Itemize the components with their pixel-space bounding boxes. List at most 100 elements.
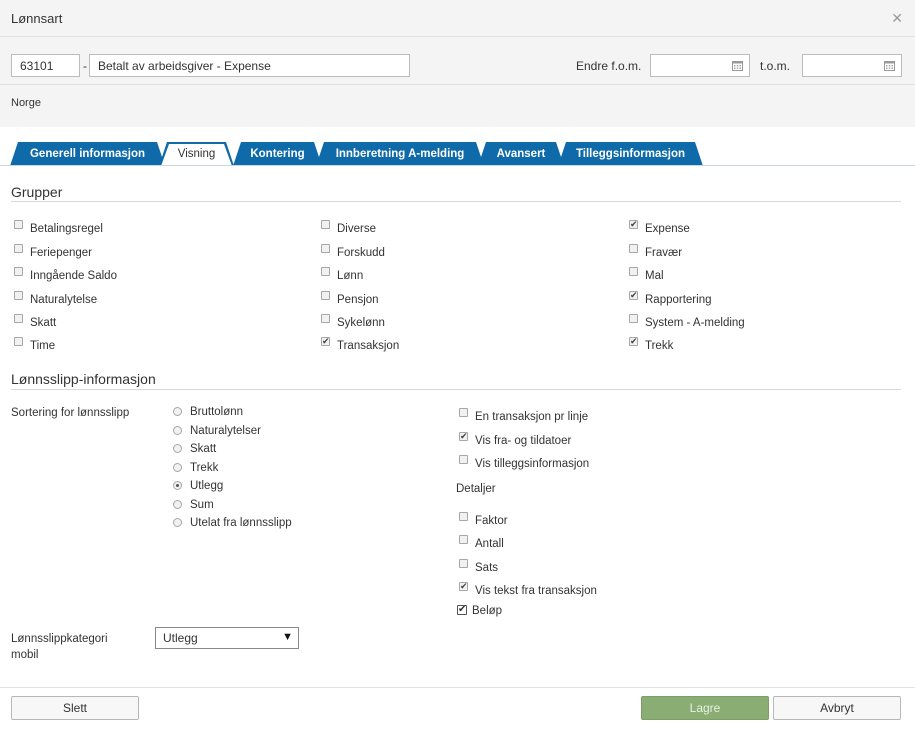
radio-sum[interactable] — [173, 500, 182, 509]
radio-label: Utelat fra lønnsslipp — [190, 517, 292, 529]
tom-input[interactable] — [802, 54, 902, 77]
save-button[interactable]: Lagre — [641, 696, 769, 720]
code-separator: - — [83, 59, 87, 73]
header-area — [0, 37, 915, 127]
checkbox-expense[interactable] — [629, 218, 638, 230]
header-divider — [0, 84, 915, 85]
tab-tilleggsinformasjon[interactable]: Tilleggsinformasjon — [558, 142, 703, 166]
endre-fom-input[interactable] — [650, 54, 750, 77]
code-input[interactable]: 63101 — [11, 54, 80, 77]
checkbox-label: Faktor — [475, 515, 508, 527]
name-input[interactable]: Betalt av arbeidsgiver - Expense — [89, 54, 410, 77]
delete-button[interactable]: Slett — [11, 696, 139, 720]
radio-label: Naturalytelser — [190, 425, 261, 437]
checkbox-label: Diverse — [337, 223, 376, 235]
tom-label: t.o.m. — [760, 59, 791, 73]
cancel-button[interactable]: Avbryt — [773, 696, 901, 720]
radio-label: Sum — [190, 499, 214, 511]
kategori-label-line1: Lønnsslippkategori — [11, 633, 108, 645]
checkbox-naturalytelse[interactable] — [14, 291, 23, 300]
tab-innberetning-a-melding[interactable]: Innberetning A-melding — [316, 142, 484, 166]
radio-naturalytelser[interactable] — [173, 426, 182, 435]
checkbox-feriepenger[interactable] — [14, 244, 23, 253]
lonnsslipp-divider — [11, 389, 901, 390]
lonnsslipp-heading: Lønnsslipp-informasjon — [11, 371, 156, 387]
tab-avansert[interactable]: Avansert — [478, 142, 564, 166]
detaljer-label: Detaljer — [456, 483, 496, 495]
checkbox-lonn[interactable] — [321, 267, 330, 276]
tab-underline — [0, 165, 915, 166]
radio-label: Utlegg — [190, 480, 224, 492]
checkbox-label: Betalingsregel — [30, 223, 103, 235]
checkbox-faktor[interactable] — [459, 512, 468, 521]
tab-bar: Generell informasjon Visning Kontering I… — [0, 142, 915, 166]
radio-utlegg[interactable] — [173, 481, 182, 490]
checkbox-label: Inngående Saldo — [30, 270, 117, 282]
radio-trekk[interactable] — [173, 463, 182, 472]
checkbox-forskudd[interactable] — [321, 244, 330, 253]
checkbox-label: Vis fra- og tildatoer — [475, 435, 572, 447]
checkbox-transaksjon[interactable] — [321, 335, 330, 347]
tab-visning[interactable]: Visning — [161, 144, 232, 166]
tab-generell-informasjon[interactable]: Generell informasjon — [10, 142, 165, 166]
calendar-icon[interactable] — [884, 60, 895, 71]
tab-kontering[interactable]: Kontering — [233, 142, 322, 166]
checkbox-label: Skatt — [30, 317, 57, 329]
checkbox-label: Lønn — [337, 270, 364, 282]
kategori-select[interactable]: Utlegg ▼ — [155, 627, 299, 649]
checkbox-belop[interactable] — [457, 604, 467, 616]
grupper-divider — [11, 201, 901, 202]
checkbox-label: En transaksjon pr linje — [475, 411, 589, 423]
checkbox-betalingsregel[interactable] — [14, 220, 23, 229]
dialog-title: Lønnsart — [11, 11, 63, 26]
checkbox-label: Transaksjon — [337, 340, 400, 352]
checkbox-label: Antall — [475, 538, 504, 550]
checkbox-vis-tilleggsinformasjon[interactable] — [459, 455, 468, 464]
checkbox-fravaer[interactable] — [629, 244, 638, 253]
checkbox-vis-fra-tildatoer[interactable] — [459, 430, 468, 442]
radio-utelat[interactable] — [173, 518, 182, 527]
caret-down-icon: ▼ — [282, 631, 293, 643]
close-icon[interactable]: ✕ — [891, 11, 903, 25]
endre-fom-label: Endre f.o.m. — [576, 59, 642, 73]
checkbox-label: Pensjon — [337, 294, 379, 306]
checkbox-label: Vis tekst fra transaksjon — [475, 585, 597, 597]
radio-label: Bruttolønn — [190, 406, 244, 418]
checkbox-label: Trekk — [645, 340, 674, 352]
radio-skatt[interactable] — [173, 444, 182, 453]
kategori-label-line2: mobil — [11, 649, 39, 661]
checkbox-label: Expense — [645, 223, 690, 235]
checkbox-sykelonn[interactable] — [321, 314, 330, 323]
checkbox-label: Rapportering — [645, 294, 712, 306]
checkbox-rapportering[interactable] — [629, 289, 638, 301]
checkbox-label: Time — [30, 340, 56, 352]
calendar-icon[interactable] — [732, 60, 743, 71]
checkbox-trekk[interactable] — [629, 335, 638, 347]
checkbox-label: Feriepenger — [30, 247, 93, 259]
checkbox-inngaende-saldo[interactable] — [14, 267, 23, 276]
checkbox-system-a-melding[interactable] — [629, 314, 638, 323]
checkbox-sats[interactable] — [459, 559, 468, 568]
checkbox-label: Vis tilleggsinformasjon — [475, 458, 590, 470]
lonnsart-dialog: Lønnsart ✕ 63101 - Betalt av arbeidsgive… — [0, 0, 915, 731]
checkbox-vis-tekst[interactable] — [459, 580, 468, 592]
checkbox-label: Sykelønn — [337, 317, 385, 329]
checkbox-label: Sats — [475, 562, 499, 574]
title-bar: Lønnsart ✕ — [0, 0, 915, 37]
checkbox-diverse[interactable] — [321, 220, 330, 229]
radio-label: Trekk — [190, 462, 219, 474]
radio-bruttolonn[interactable] — [173, 407, 182, 416]
checkbox-mal[interactable] — [629, 267, 638, 276]
checkbox-pensjon[interactable] — [321, 291, 330, 300]
kategori-select-value: Utlegg — [163, 631, 198, 645]
checkbox-label: Forskudd — [337, 247, 385, 259]
checkbox-label: Fravær — [645, 247, 683, 259]
checkbox-skatt[interactable] — [14, 314, 23, 323]
radio-label: Skatt — [190, 443, 217, 455]
checkbox-antall[interactable] — [459, 535, 468, 544]
checkbox-time[interactable] — [14, 337, 23, 346]
sort-label: Sortering for lønnsslipp — [11, 407, 130, 419]
country-label: Norge — [11, 97, 41, 109]
footer-divider — [0, 687, 915, 688]
checkbox-en-transaksjon[interactable] — [459, 408, 468, 417]
